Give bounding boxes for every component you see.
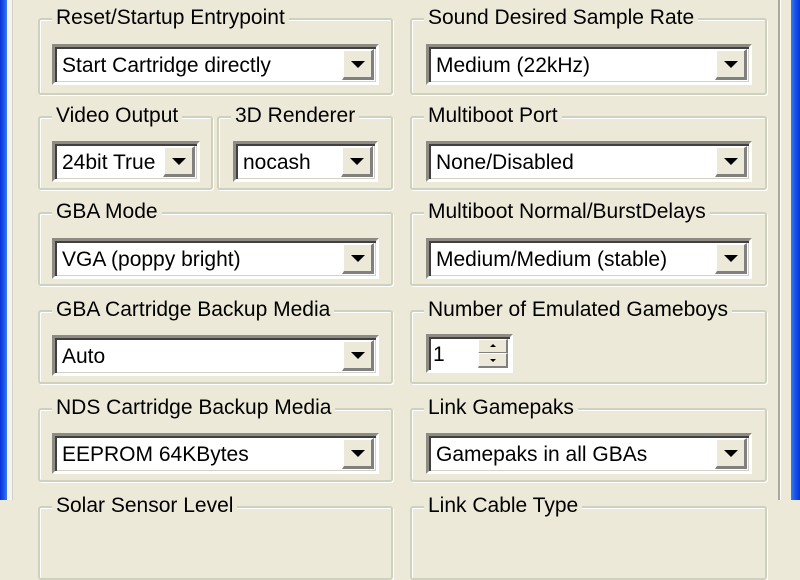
group-label: NDS Cartridge Backup Media bbox=[52, 394, 336, 422]
chevron-down-icon bbox=[723, 158, 738, 165]
select-value: VGA (poppy bright) bbox=[62, 248, 241, 271]
dropdown-button[interactable] bbox=[163, 146, 195, 177]
dialog-border-right bbox=[780, 0, 791, 500]
window-frame-left bbox=[0, 0, 7, 500]
group-label: Video Output bbox=[52, 102, 183, 130]
group-nds-backup-media: NDS Cartridge Backup Media EEPROM 64KByt… bbox=[38, 394, 393, 482]
group-label: Link Cable Type bbox=[424, 492, 583, 520]
group-label: Multiboot Normal/BurstDelays bbox=[424, 198, 710, 226]
dialog-border-left bbox=[7, 0, 13, 500]
multiboot-delays-select[interactable]: Medium/Medium (stable) bbox=[426, 238, 752, 279]
gba-mode-select[interactable]: VGA (poppy bright) bbox=[52, 238, 379, 279]
dropdown-button[interactable] bbox=[341, 146, 373, 177]
chevron-down-icon bbox=[171, 158, 186, 165]
number-of-gameboys-spinner[interactable]: 1 bbox=[426, 334, 513, 373]
group-link-gamepaks: Link Gamepaks Gamepaks in all GBAs bbox=[410, 394, 767, 482]
group-label: GBA Mode bbox=[52, 198, 162, 226]
select-value: Start Cartridge directly bbox=[62, 54, 271, 77]
group-label: Number of Emulated Gameboys bbox=[424, 296, 732, 324]
group-label: Sound Desired Sample Rate bbox=[424, 4, 699, 32]
group-link-cable-type: Link Cable Type bbox=[410, 492, 767, 580]
dropdown-button[interactable] bbox=[342, 49, 374, 80]
group-multiboot-port: Multiboot Port None/Disabled bbox=[410, 102, 767, 190]
chevron-down-icon bbox=[723, 61, 738, 68]
spinner-down-button[interactable] bbox=[478, 353, 508, 368]
chevron-down-icon bbox=[349, 158, 364, 165]
arrow-up-icon bbox=[489, 344, 496, 347]
chevron-down-icon bbox=[723, 450, 738, 457]
group-solar-sensor-level: Solar Sensor Level bbox=[38, 492, 393, 580]
select-value: None/Disabled bbox=[436, 151, 574, 174]
chevron-down-icon bbox=[723, 255, 738, 262]
chevron-down-icon bbox=[350, 255, 365, 262]
chevron-down-icon bbox=[350, 450, 365, 457]
gba-backup-media-select[interactable]: Auto bbox=[52, 335, 379, 376]
spinner-value[interactable]: 1 bbox=[433, 342, 445, 368]
chevron-down-icon bbox=[350, 352, 365, 359]
multiboot-port-select[interactable]: None/Disabled bbox=[426, 141, 752, 182]
dropdown-button[interactable] bbox=[715, 146, 747, 177]
select-value: Medium/Medium (stable) bbox=[436, 248, 668, 271]
group-3d-renderer: 3D Renderer nocash bbox=[217, 102, 393, 190]
dropdown-button[interactable] bbox=[342, 438, 374, 469]
spinner-up-button[interactable] bbox=[478, 339, 508, 354]
group-sound-sample-rate: Sound Desired Sample Rate Medium (22kHz) bbox=[410, 4, 767, 95]
group-label: Link Gamepaks bbox=[424, 394, 578, 422]
group-reset-startup-entrypoint: Reset/Startup Entrypoint Start Cartridge… bbox=[38, 4, 393, 95]
select-value: 24bit True bbox=[62, 151, 156, 174]
dropdown-button[interactable] bbox=[715, 438, 747, 469]
group-label: GBA Cartridge Backup Media bbox=[52, 296, 335, 324]
group-video-output: Video Output 24bit True bbox=[38, 102, 213, 190]
select-value: Auto bbox=[62, 345, 106, 368]
3d-renderer-select[interactable]: nocash bbox=[233, 141, 378, 182]
chevron-down-icon bbox=[350, 61, 365, 68]
select-value: Medium (22kHz) bbox=[436, 54, 591, 77]
select-value: EEPROM 64KBytes bbox=[62, 443, 249, 466]
nds-backup-media-select[interactable]: EEPROM 64KBytes bbox=[52, 433, 379, 474]
dropdown-button[interactable] bbox=[342, 243, 374, 274]
group-label: Reset/Startup Entrypoint bbox=[52, 4, 289, 32]
sound-sample-rate-select[interactable]: Medium (22kHz) bbox=[426, 44, 752, 85]
reset-startup-entrypoint-select[interactable]: Start Cartridge directly bbox=[52, 44, 379, 85]
group-multiboot-delays: Multiboot Normal/BurstDelays Medium/Medi… bbox=[410, 198, 767, 286]
group-label: Solar Sensor Level bbox=[52, 492, 238, 520]
select-value: Gamepaks in all GBAs bbox=[436, 443, 648, 466]
group-gba-mode: GBA Mode VGA (poppy bright) bbox=[38, 198, 393, 286]
group-label: Multiboot Port bbox=[424, 102, 562, 130]
group-number-of-gameboys: Number of Emulated Gameboys 1 bbox=[410, 296, 767, 384]
dropdown-button[interactable] bbox=[715, 49, 747, 80]
video-output-select[interactable]: 24bit True bbox=[52, 141, 200, 182]
arrow-down-icon bbox=[489, 359, 496, 362]
window-frame-right bbox=[791, 0, 800, 500]
group-label: 3D Renderer bbox=[231, 102, 360, 130]
group-gba-backup-media: GBA Cartridge Backup Media Auto bbox=[38, 296, 393, 384]
dropdown-button[interactable] bbox=[342, 340, 374, 371]
select-value: nocash bbox=[243, 151, 311, 174]
link-gamepaks-select[interactable]: Gamepaks in all GBAs bbox=[426, 433, 752, 474]
dropdown-button[interactable] bbox=[715, 243, 747, 274]
